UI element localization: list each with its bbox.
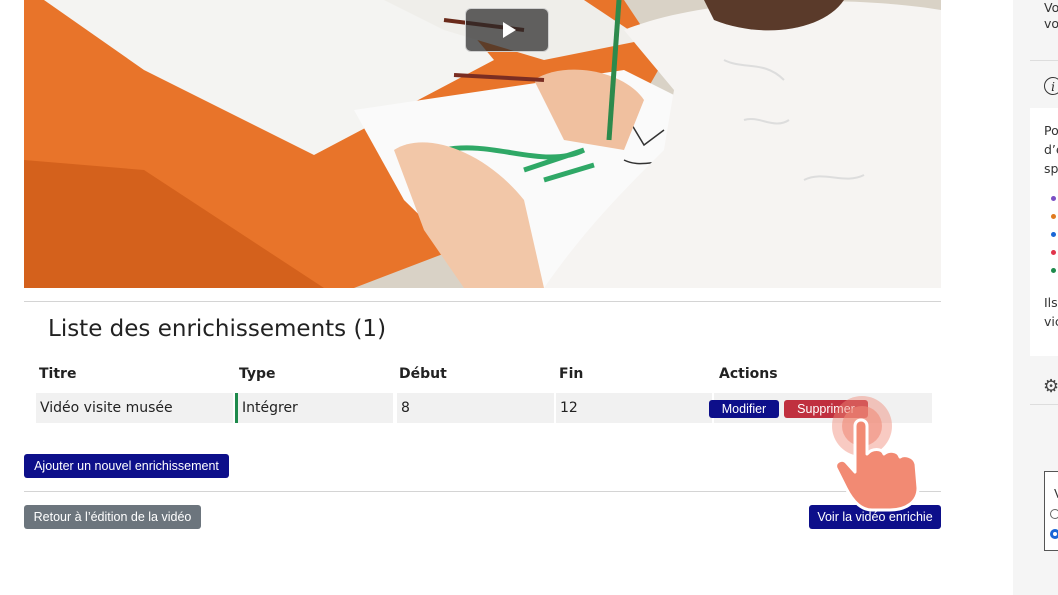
bullet-dot xyxy=(1051,196,1056,201)
right-sidebar: Vo vo i Po d’é sp Ils vic ⚙ V xyxy=(1013,0,1058,595)
play-button[interactable] xyxy=(465,8,549,52)
sidebar-text: Po xyxy=(1044,123,1058,138)
sidebar-text: V xyxy=(1054,486,1058,501)
bullet-dot xyxy=(1051,250,1056,255)
divider xyxy=(1030,404,1058,405)
modifier-button[interactable]: Modifier xyxy=(709,400,779,418)
info-icon: i xyxy=(1044,77,1058,95)
video-player[interactable] xyxy=(24,0,941,288)
cell-titre: Vidéo visite musée xyxy=(36,393,233,423)
sidebar-text: sp xyxy=(1044,161,1058,176)
sidebar-text: Ils xyxy=(1044,295,1058,310)
cell-debut: 8 xyxy=(397,393,554,423)
divider xyxy=(24,491,941,492)
column-header-type: Type xyxy=(239,366,276,382)
bullet-dot xyxy=(1051,214,1056,219)
column-header-debut: Début xyxy=(399,366,447,382)
sidebar-text: Vo xyxy=(1044,0,1058,15)
divider xyxy=(1030,60,1058,61)
list-title: Liste des enrichissements (1) xyxy=(48,316,387,342)
cell-type: Intégrer xyxy=(235,393,393,423)
radio-option[interactable] xyxy=(1050,509,1058,519)
cell-fin: 12 xyxy=(556,393,712,423)
bullet-dot xyxy=(1051,232,1056,237)
column-header-actions: Actions xyxy=(719,366,778,382)
view-enriched-video-button[interactable]: Voir la vidéo enrichie xyxy=(809,505,941,529)
sidebar-text: vic xyxy=(1044,314,1058,329)
gear-icon[interactable]: ⚙ xyxy=(1043,376,1058,397)
add-enrichment-button[interactable]: Ajouter un nouvel enrichissement xyxy=(24,454,229,478)
play-icon xyxy=(502,22,516,38)
bullet-dot xyxy=(1051,268,1056,273)
divider xyxy=(24,301,941,302)
column-header-titre: Titre xyxy=(39,366,77,382)
column-header-fin: Fin xyxy=(559,366,584,382)
back-to-edit-button[interactable]: Retour à l’édition de la vidéo xyxy=(24,505,201,529)
sidebar-text: d’é xyxy=(1044,142,1058,157)
radio-option-selected[interactable] xyxy=(1050,529,1058,539)
sidebar-text: vo xyxy=(1044,16,1058,31)
supprimer-button[interactable]: Supprimer xyxy=(784,400,868,418)
